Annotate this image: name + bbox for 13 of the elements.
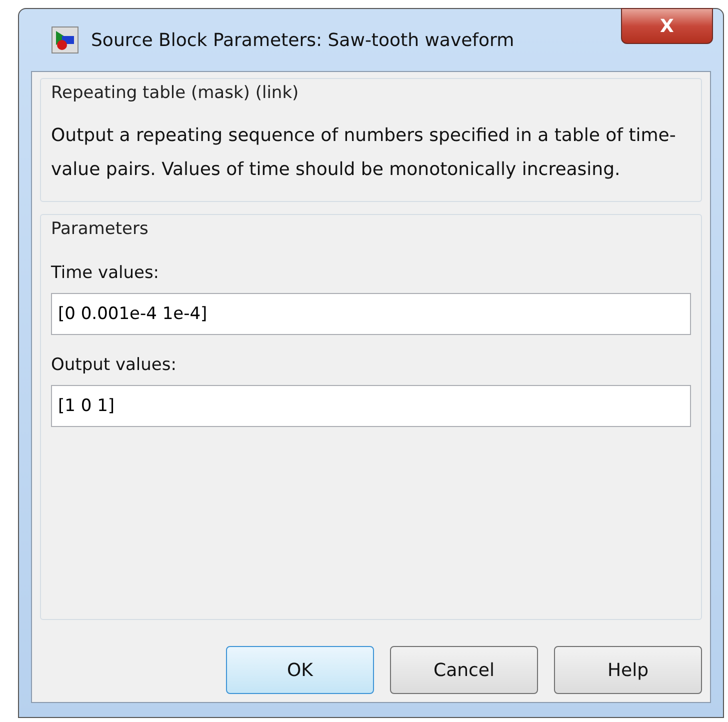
dialog-button[interactable]: Help [554, 646, 702, 694]
group-legend: Parameters [51, 219, 691, 239]
group-legend: Repeating table (mask) (link) [51, 83, 691, 103]
description-text: Output a repeating sequence of numbers specified in a table of time-value pairs. Values of time should be monotonically increasing. [51, 124, 677, 182]
field-label: Time values: [51, 263, 160, 283]
input-field[interactable]: [0 0.001e-4 1e-4] [51, 293, 691, 335]
input-field[interactable]: [1 0 1] [51, 385, 691, 427]
dialog-button[interactable]: Cancel [390, 646, 538, 694]
block-icon [51, 26, 79, 54]
window-title: Source Block Parameters: Saw-tooth waveform [91, 30, 514, 50]
field-label: Output values: [51, 355, 178, 375]
close-button[interactable]: X [621, 8, 713, 44]
dialog-button[interactable]: OK [226, 646, 374, 694]
